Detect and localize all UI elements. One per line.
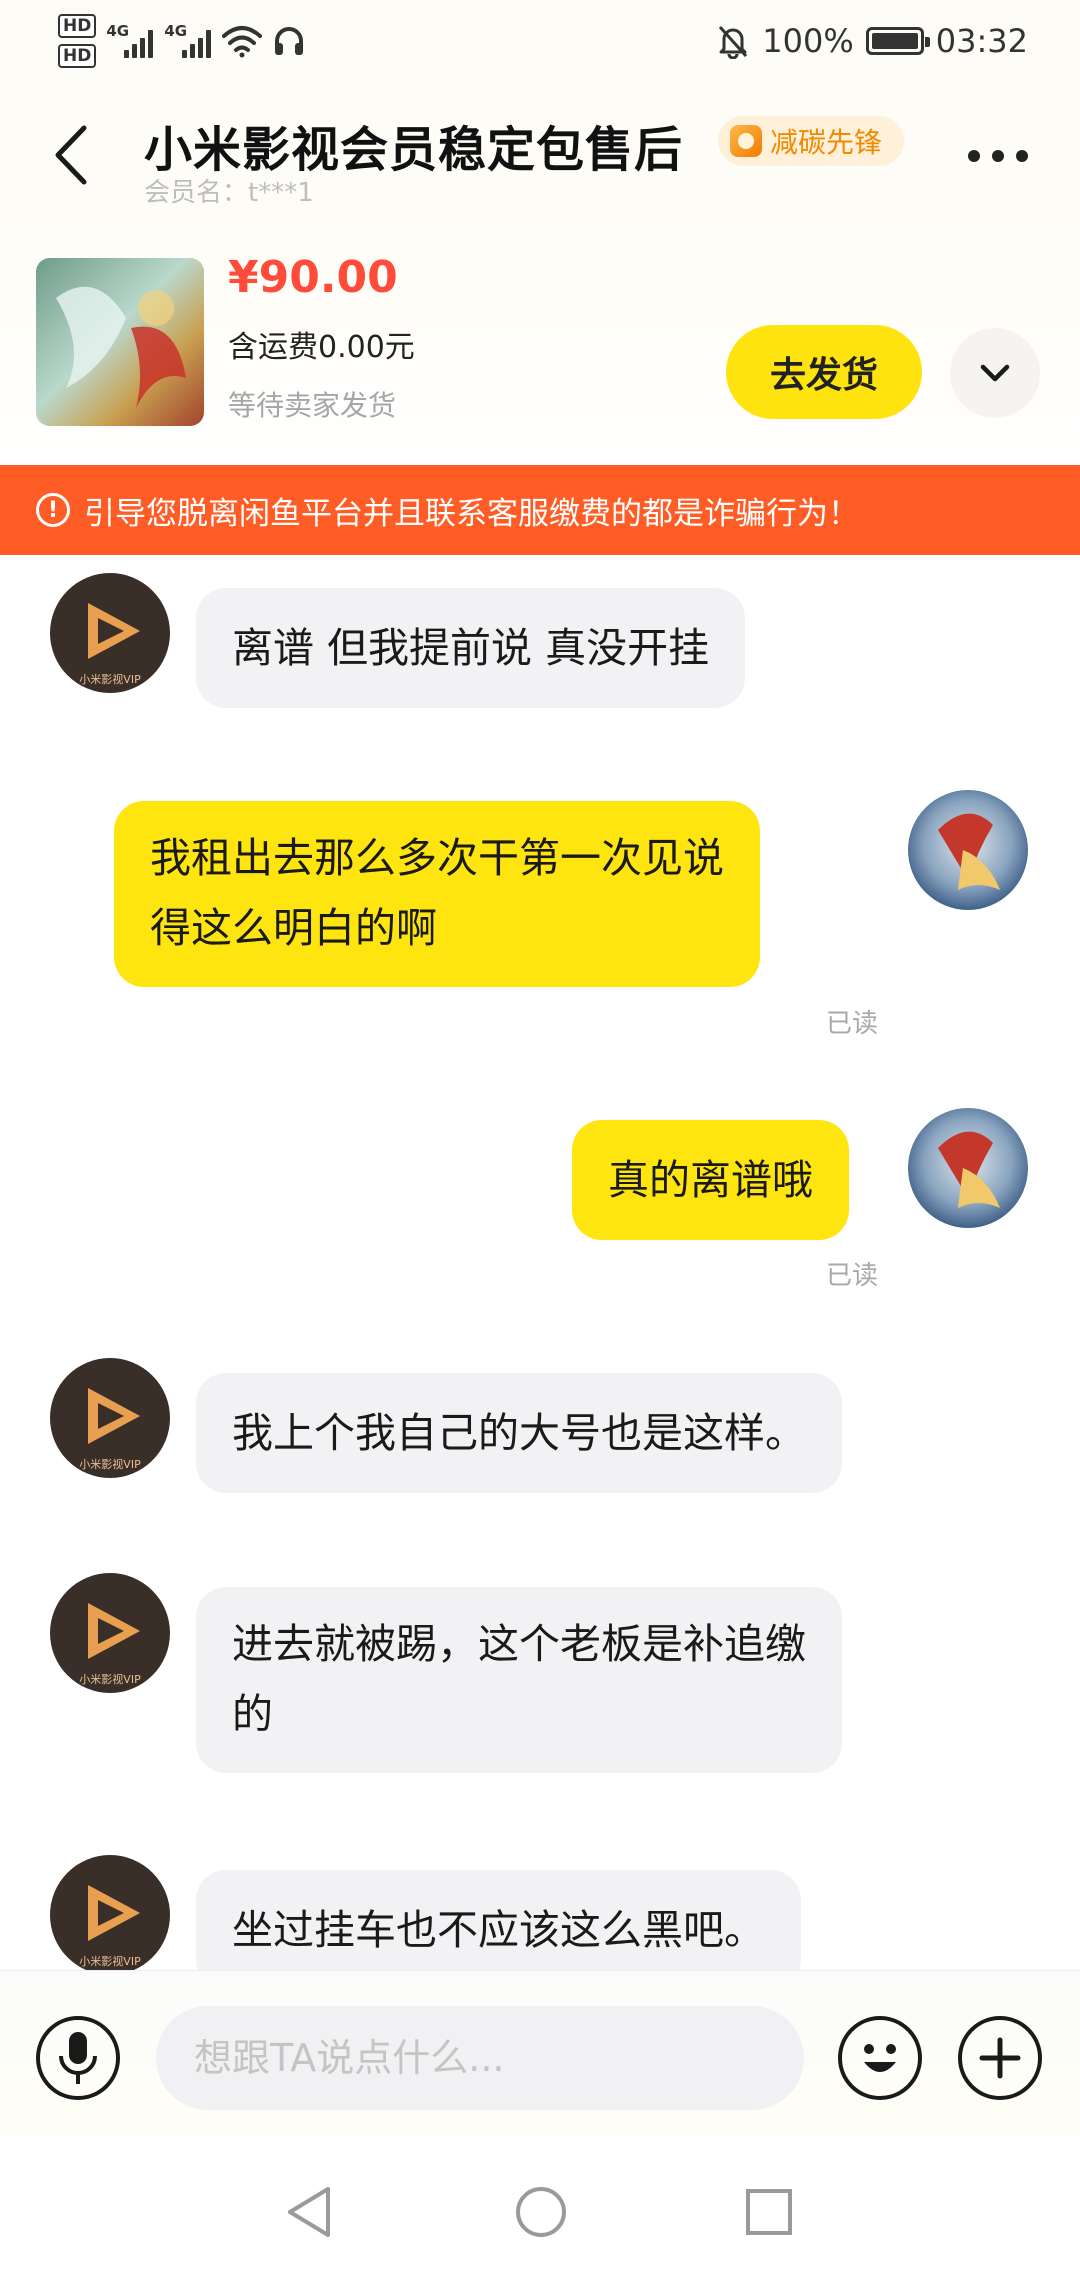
- message-bubble-incoming[interactable]: 坐过挂车也不应该这么黑吧。: [196, 1870, 801, 1970]
- message-line: 的: [232, 1690, 273, 1738]
- emoji-button[interactable]: [838, 2016, 922, 2100]
- message-bubble-incoming[interactable]: 进去就被踢，这个老板是补追缴 的: [196, 1587, 842, 1773]
- back-arrow-icon[interactable]: [48, 120, 98, 190]
- hd-label-2: HD: [58, 44, 97, 68]
- signal-icon-2: 4G: [164, 22, 212, 58]
- nav-back-icon[interactable]: [284, 2185, 334, 2239]
- nav-recents-icon[interactable]: [744, 2187, 794, 2237]
- plus-icon: [979, 2037, 1021, 2079]
- seller-avatar[interactable]: 小米影视VIP: [50, 1573, 170, 1693]
- status-right: 100% 03:32: [716, 22, 1028, 60]
- page-title: 小米影视会员稳定包售后: [144, 122, 684, 178]
- message-bubble-incoming[interactable]: 我上个我自己的大号也是这样。: [196, 1373, 842, 1493]
- avatar-caption: 小米影视VIP: [79, 1457, 141, 1471]
- hd-label-1: HD: [58, 14, 97, 38]
- message-bubble-outgoing[interactable]: 真的离谱哦: [572, 1120, 849, 1240]
- ship-button[interactable]: 去发货: [726, 325, 922, 419]
- avatar-caption: 小米影视VIP: [79, 672, 141, 686]
- avatar-caption: 小米影视VIP: [79, 1954, 141, 1968]
- expand-button[interactable]: [950, 328, 1040, 418]
- message-bubble-outgoing[interactable]: 我租出去那么多次干第一次见说 得这么明白的啊: [114, 801, 760, 987]
- fraud-warning-banner: ! 引导您脱离闲鱼平台并且联系客服缴费的都是诈骗行为！: [0, 465, 1080, 555]
- signal-icon: 4G: [106, 22, 154, 58]
- network-label-1: 4G: [106, 22, 130, 40]
- avatar-caption: 小米影视VIP: [79, 1672, 141, 1686]
- more-options-icon[interactable]: [968, 150, 1028, 162]
- smiley-icon: [864, 2044, 896, 2072]
- status-time: 03:32: [935, 22, 1028, 60]
- product-price: ¥90.00: [228, 252, 398, 303]
- more-actions-button[interactable]: [958, 2016, 1042, 2100]
- shipping-fee: 含运费0.00元: [228, 330, 415, 365]
- hd-icon: HD HD: [58, 14, 97, 68]
- seller-avatar[interactable]: 小米影视VIP: [50, 1855, 170, 1970]
- status-left: HD HD 4G 4G: [58, 14, 306, 68]
- system-nav-bar: [0, 2135, 1080, 2280]
- chevron-down-icon: [980, 364, 1010, 382]
- seller-avatar[interactable]: 小米影视VIP: [50, 573, 170, 693]
- leaf-badge-icon: [730, 125, 762, 157]
- read-receipt: 已读: [826, 1009, 879, 1039]
- network-label-2: 4G: [164, 22, 188, 40]
- voice-button[interactable]: [36, 2016, 120, 2100]
- message-input[interactable]: [156, 2006, 804, 2110]
- member-name: 会员名：t***1: [144, 178, 314, 208]
- microphone-icon: [59, 2032, 97, 2084]
- warning-icon: !: [36, 493, 70, 527]
- carbon-badge-label: 减碳先锋: [770, 126, 883, 159]
- message-line: 得这么明白的啊: [150, 904, 437, 952]
- product-thumbnail[interactable]: [36, 258, 204, 426]
- read-receipt: 已读: [826, 1261, 879, 1291]
- nav-home-icon[interactable]: [514, 2185, 568, 2239]
- message-line: 我租出去那么多次干第一次见说: [150, 834, 724, 882]
- message-input-bar: [0, 1970, 1080, 2135]
- message-bubble-incoming[interactable]: 离谱 但我提前说 真没开挂: [196, 588, 746, 708]
- carbon-badge[interactable]: 减碳先锋: [718, 116, 905, 166]
- battery-percent: 100%: [762, 22, 854, 60]
- order-status: 等待卖家发货: [228, 389, 397, 422]
- headset-icon: [275, 27, 304, 55]
- message-line: 进去就被踢，这个老板是补追缴: [232, 1620, 806, 1668]
- my-avatar[interactable]: [908, 790, 1028, 910]
- chat-messages[interactable]: 小米影视VIP 离谱 但我提前说 真没开挂 我租出去那么多次干第一次见说 得这么…: [0, 555, 1080, 1970]
- mute-bell-icon: [719, 25, 748, 59]
- battery-icon: [865, 27, 930, 55]
- fraud-warning-text: 引导您脱离闲鱼平台并且联系客服缴费的都是诈骗行为！: [84, 495, 859, 532]
- seller-avatar[interactable]: 小米影视VIP: [50, 1358, 170, 1478]
- wifi-icon: [222, 26, 263, 58]
- status-bar: HD HD 4G 4G 100% 03:32: [0, 0, 1080, 90]
- my-avatar[interactable]: [908, 1108, 1028, 1228]
